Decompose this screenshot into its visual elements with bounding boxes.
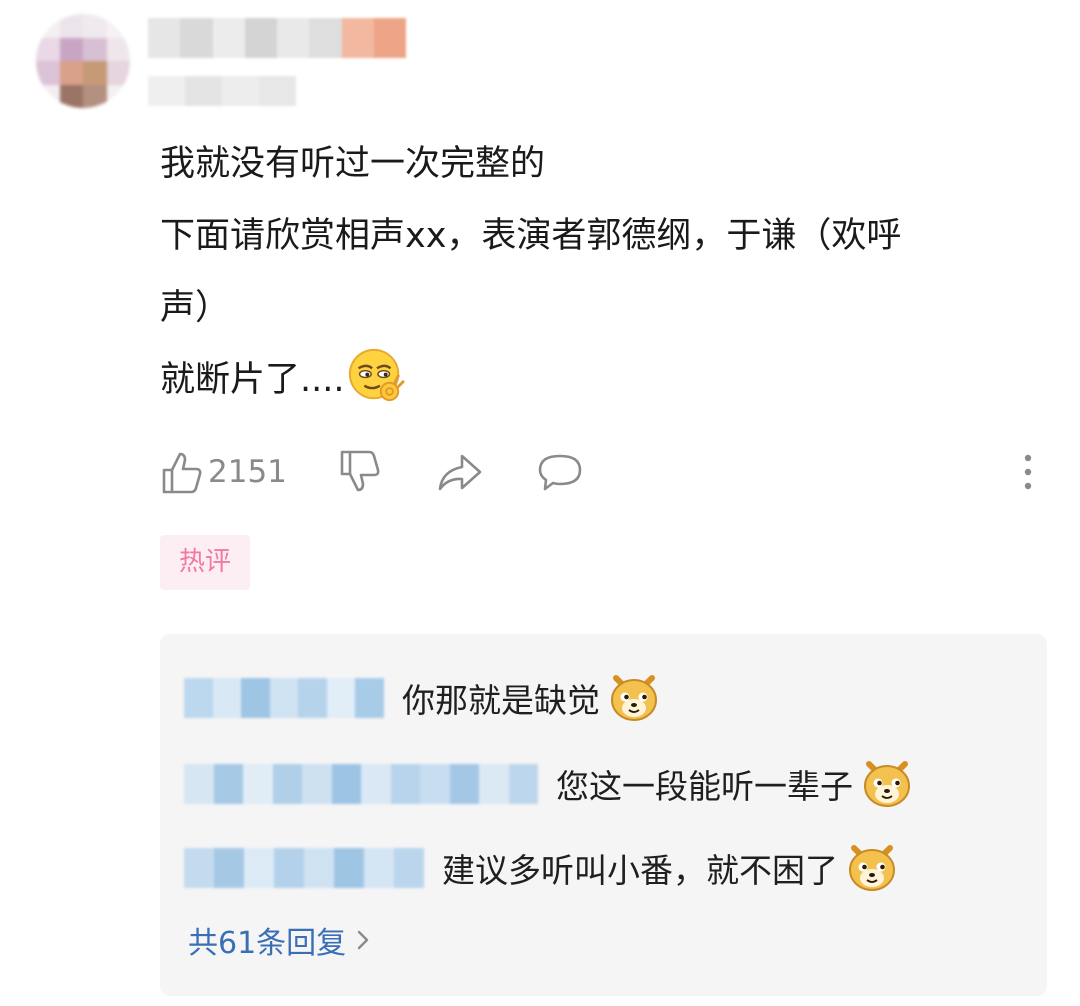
more-replies-label: 共61条回复 (188, 926, 347, 961)
doge-emoji (611, 675, 657, 721)
like-count: 2151 (208, 454, 287, 490)
share-icon (438, 454, 482, 491)
comment-body: 我就没有听过一次完整的 下面请欣赏相声xx，表演者郭德纲，于谦（欢呼 声） 就断… (160, 128, 1050, 416)
replies-panel: 你那就是缺觉 您这一段能听一辈子 建议多听叫小番，就不困了 共61条回复 (160, 634, 1047, 996)
hot-comment-tag: 热评 (160, 535, 250, 590)
comment-line: 就断片了.... (160, 360, 345, 400)
reply-item[interactable]: 你那就是缺觉 (184, 672, 660, 724)
doge-emoji (864, 761, 910, 807)
comment-bubble-icon (538, 454, 582, 491)
reply-text: 您这一段能听一辈子 (556, 767, 853, 806)
thumbs-down-icon (340, 450, 380, 492)
smirk-ok-emoji (348, 348, 405, 402)
more-options-button[interactable] (1018, 448, 1038, 496)
comment-meta-blurred (148, 76, 296, 106)
reply-username-blurred[interactable] (184, 764, 538, 804)
comment-line: 下面请欣赏相声xx，表演者郭德纲，于谦（欢呼 (160, 216, 902, 256)
thumbs-up-icon (162, 452, 202, 494)
chevron-right-icon (357, 930, 369, 950)
reply-text: 建议多听叫小番，就不困了 (442, 851, 838, 890)
doge-emoji (849, 845, 895, 891)
view-all-replies-link[interactable]: 共61条回复 (188, 918, 370, 962)
username-blurred[interactable] (148, 18, 406, 58)
share-button[interactable] (436, 448, 484, 496)
reply-text: 你那就是缺觉 (402, 681, 600, 720)
reply-button[interactable] (536, 448, 584, 496)
comment-line: 声） (160, 288, 231, 328)
more-vertical-icon (1024, 454, 1032, 490)
dislike-button[interactable] (338, 448, 382, 496)
like-button[interactable]: 2151 (160, 448, 287, 496)
comment-line-last: 就断片了.... (160, 344, 1050, 416)
reply-item[interactable]: 您这一段能听一辈子 (184, 758, 913, 810)
avatar[interactable] (36, 14, 130, 108)
reply-username-blurred[interactable] (184, 848, 424, 888)
comment-action-bar: 2151 (160, 448, 1050, 504)
reply-username-blurred[interactable] (184, 678, 385, 718)
reply-item[interactable]: 建议多听叫小番，就不困了 (184, 842, 898, 894)
comment-line: 我就没有听过一次完整的 (160, 144, 546, 184)
